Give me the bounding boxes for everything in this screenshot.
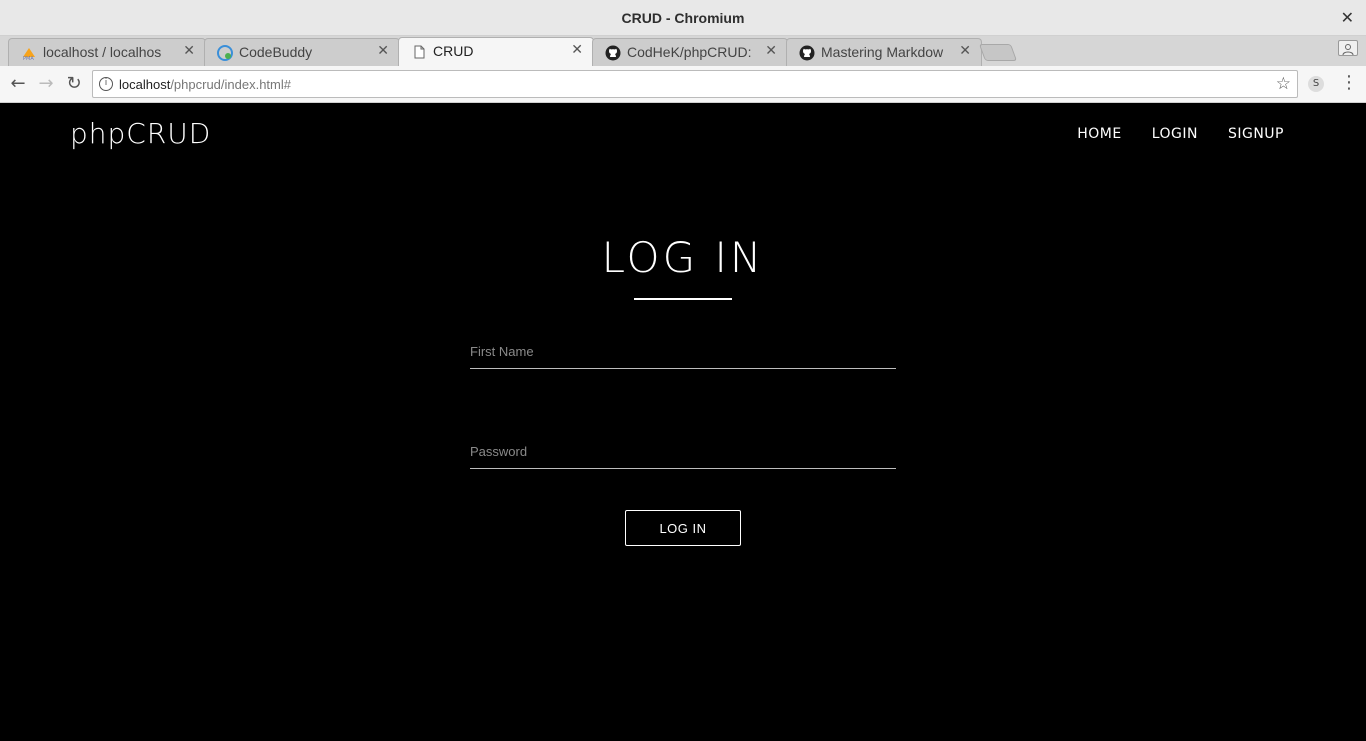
address-host: localhost	[119, 77, 171, 92]
tab-strip: PMA localhost / localhos ✕ CodeBuddy ✕ C…	[0, 36, 1366, 67]
first-name-field	[470, 329, 896, 369]
page-body: phpCRUD HOME LOGIN SIGNUP LOG IN LOG IN	[0, 103, 1366, 741]
extension-icon[interactable]: S	[1308, 76, 1324, 92]
tab-close-icon[interactable]: ✕	[765, 43, 777, 59]
tab-close-icon[interactable]: ✕	[959, 43, 971, 59]
site-nav: HOME LOGIN SIGNUP	[1077, 126, 1284, 142]
window-title: CRUD - Chromium	[621, 10, 745, 26]
window-titlebar: CRUD - Chromium ✕	[0, 0, 1366, 36]
tab-phpmyadmin[interactable]: PMA localhost / localhos ✕	[8, 38, 206, 66]
new-tab-button[interactable]	[978, 44, 1018, 61]
first-name-input[interactable]	[470, 329, 896, 368]
github-icon	[605, 45, 621, 61]
tab-codebuddy[interactable]: CodeBuddy ✕	[204, 38, 400, 66]
tab-label: CRUD	[433, 43, 474, 59]
address-bar[interactable]: i localhost/phpcrud/index.html# ☆	[92, 70, 1298, 98]
tab-label: localhost / localhos	[43, 44, 162, 60]
tab-crud[interactable]: CRUD ✕	[398, 37, 594, 67]
page-title: LOG IN	[601, 233, 765, 282]
phpmyadmin-icon: PMA	[21, 45, 37, 62]
nav-signup-link[interactable]: SIGNUP	[1228, 126, 1284, 142]
tab-label: CodHeK/phpCRUD:	[627, 44, 752, 60]
login-button[interactable]: LOG IN	[625, 510, 741, 546]
tab-close-icon[interactable]: ✕	[377, 43, 389, 59]
title-underline	[634, 298, 732, 300]
tab-label: CodeBuddy	[239, 44, 313, 60]
nav-login-link[interactable]: LOGIN	[1152, 126, 1198, 142]
window-close-icon[interactable]: ✕	[1341, 8, 1354, 27]
browser-toolbar: ← → ↻ i localhost/phpcrud/index.html# ☆ …	[0, 66, 1366, 103]
profile-icon[interactable]	[1338, 40, 1358, 56]
back-icon[interactable]: ←	[8, 74, 28, 94]
codebuddy-icon	[217, 45, 233, 61]
tab-github-markdown[interactable]: Mastering Markdow ✕	[786, 38, 982, 66]
forward-icon[interactable]: →	[36, 74, 56, 94]
address-url: localhost/phpcrud/index.html#	[119, 77, 291, 92]
site-brand[interactable]: phpCRUD	[70, 117, 211, 150]
page-icon	[411, 44, 427, 60]
tab-label: Mastering Markdow	[821, 44, 944, 60]
tab-close-icon[interactable]: ✕	[571, 42, 583, 58]
bookmark-star-icon[interactable]: ☆	[1276, 74, 1291, 94]
password-input[interactable]	[470, 429, 896, 468]
browser-menu-icon[interactable]: ⋮	[1340, 72, 1358, 93]
tab-github-phpcrud[interactable]: CodHeK/phpCRUD: ✕	[592, 38, 788, 66]
nav-home-link[interactable]: HOME	[1077, 126, 1121, 142]
address-path: /phpcrud/index.html#	[170, 77, 291, 92]
password-field	[470, 429, 896, 469]
github-icon	[799, 45, 815, 61]
tab-close-icon[interactable]: ✕	[183, 43, 195, 59]
svg-text:PMA: PMA	[23, 56, 34, 61]
reload-icon[interactable]: ↻	[64, 74, 84, 94]
site-info-icon[interactable]: i	[99, 77, 113, 91]
